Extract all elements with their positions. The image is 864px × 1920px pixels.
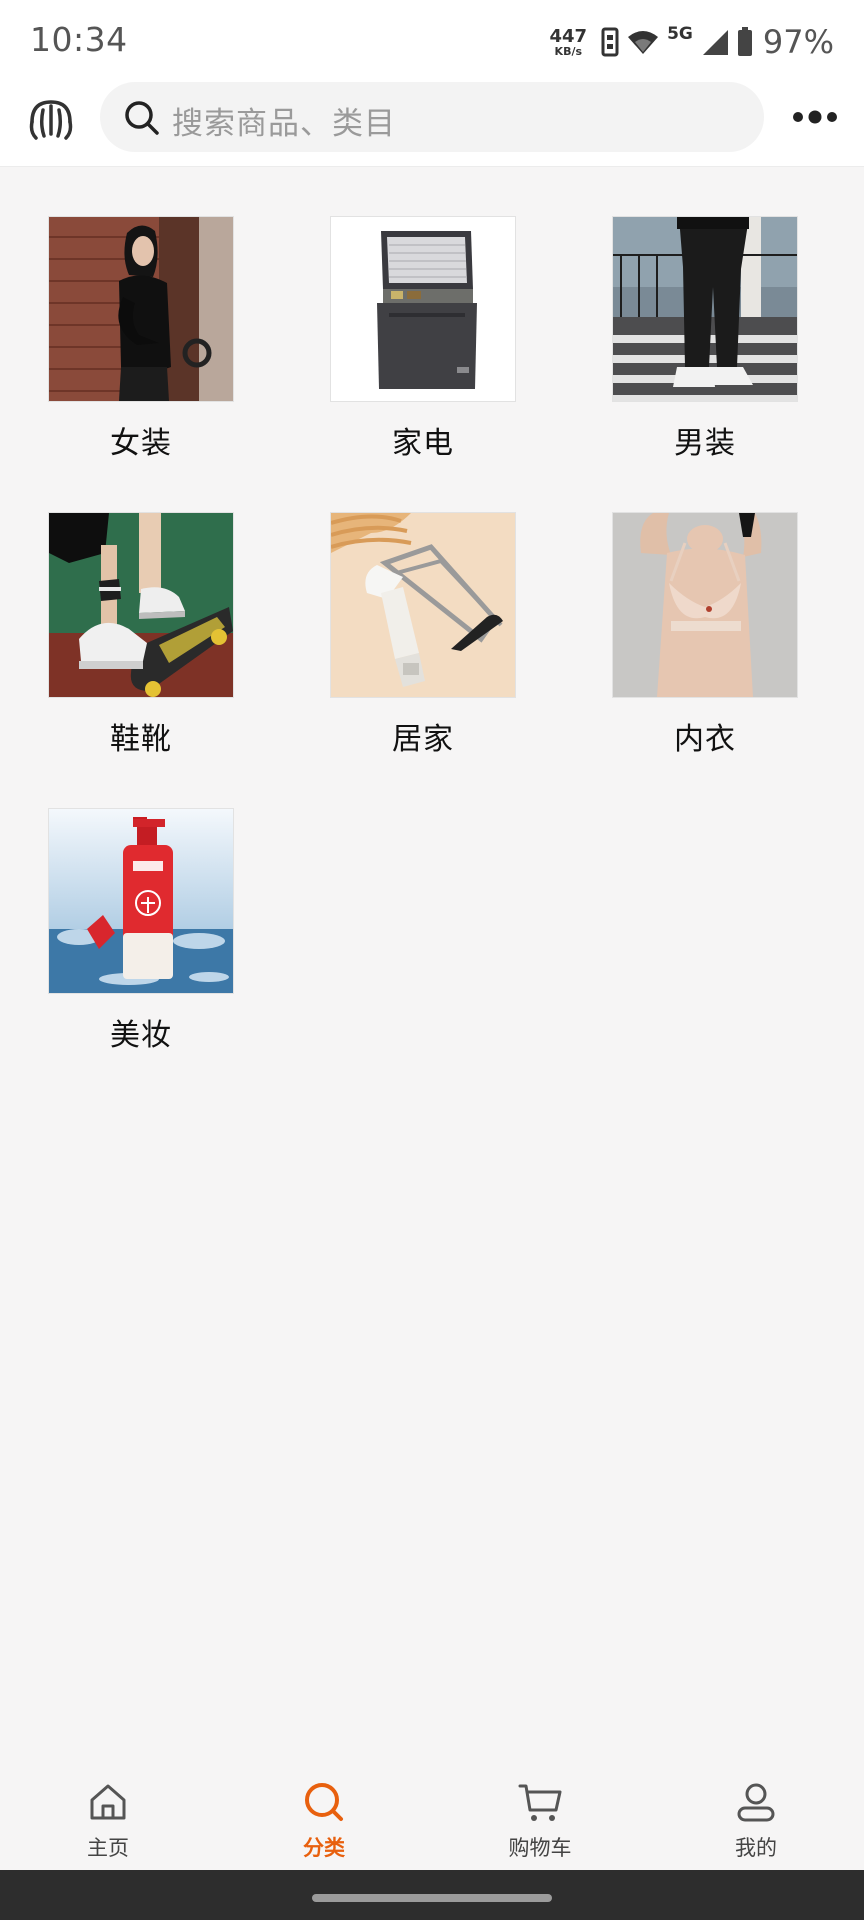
- network-type: 5G: [667, 24, 693, 44]
- search-input[interactable]: 搜索商品、类目: [100, 82, 764, 152]
- category-label: 居家: [392, 722, 454, 757]
- nav-category[interactable]: 分类: [216, 1770, 432, 1870]
- category-image-shoes: [48, 512, 234, 698]
- category-grid: 女装 家电 男装 鞋靴 居家 内衣 美妆: [0, 216, 864, 1104]
- home-icon: [90, 1784, 126, 1820]
- nav-home[interactable]: 主页: [0, 1770, 216, 1870]
- category-image-underwear: [612, 512, 798, 698]
- nav-profile-label: 我的: [735, 1836, 777, 1860]
- bottom-navigation: 主页 分类 购物车 我的: [0, 1770, 864, 1870]
- search-category-icon: [305, 1783, 343, 1821]
- category-tile-menswear[interactable]: 男装: [564, 216, 846, 512]
- vibrate-icon: [601, 27, 619, 57]
- user-icon: [737, 1783, 775, 1822]
- category-image-womenswear: [48, 216, 234, 402]
- gesture-handle[interactable]: [312, 1894, 552, 1902]
- status-icons: 447 KB/s 5G 97%: [550, 22, 835, 62]
- nav-cart-label: 购物车: [508, 1836, 572, 1860]
- nav-profile[interactable]: 我的: [648, 1770, 864, 1870]
- system-gesture-bar: [0, 1870, 864, 1920]
- search-icon: [125, 101, 159, 135]
- category-tile-beauty[interactable]: 美妆: [0, 808, 282, 1104]
- network-speed-value: 447: [549, 25, 588, 47]
- cart-icon: [518, 1784, 562, 1821]
- category-label: 美妆: [110, 1018, 172, 1053]
- category-image-home: [330, 512, 516, 698]
- category-label: 内衣: [674, 722, 736, 757]
- nav-home-label: 主页: [87, 1836, 129, 1860]
- category-image-beauty: [48, 808, 234, 994]
- wifi-icon: [628, 31, 659, 54]
- nav-cart[interactable]: 购物车: [432, 1770, 648, 1870]
- status-time: 10:34: [30, 20, 128, 59]
- category-label: 鞋靴: [110, 722, 172, 757]
- category-tile-shoes[interactable]: 鞋靴: [0, 512, 282, 808]
- signal-icon: [702, 30, 728, 55]
- more-dots-icon[interactable]: [792, 104, 840, 130]
- jellyfish-logo-icon[interactable]: [26, 96, 76, 146]
- category-tile-womenswear[interactable]: 女装: [0, 216, 282, 512]
- category-image-appliances: [330, 216, 516, 402]
- category-label: 女装: [110, 426, 172, 461]
- category-label: 家电: [392, 426, 454, 461]
- category-tile-underwear[interactable]: 内衣: [564, 512, 846, 808]
- network-speed: 447 KB/s: [549, 25, 588, 58]
- category-tile-appliances[interactable]: 家电: [282, 216, 564, 512]
- category-image-menswear: [612, 216, 798, 402]
- search-placeholder: 搜索商品、类目: [172, 106, 396, 142]
- status-bar: 10:34 447 KB/s 5G 97%: [0, 0, 864, 82]
- top-header: 搜索商品、类目: [0, 82, 864, 167]
- nav-category-label: 分类: [303, 1836, 345, 1860]
- network-speed-unit: KB/s: [554, 44, 583, 58]
- battery-icon: [737, 27, 752, 56]
- category-tile-home[interactable]: 居家: [282, 512, 564, 808]
- category-label: 男装: [674, 426, 736, 461]
- battery-percent: 97%: [762, 23, 834, 61]
